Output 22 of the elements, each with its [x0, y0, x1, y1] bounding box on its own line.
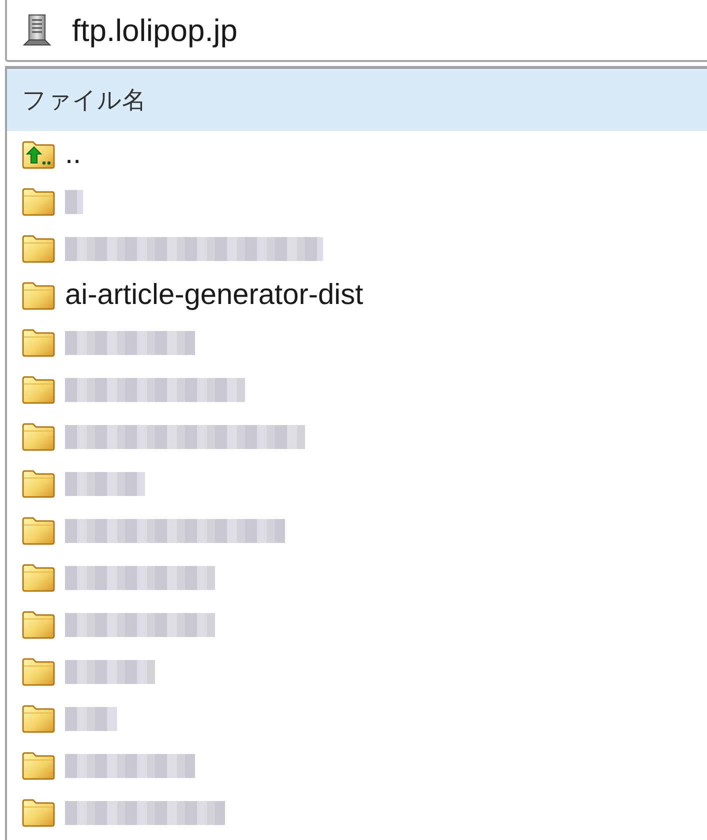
server-icon	[22, 14, 52, 46]
folder-icon	[22, 234, 55, 262]
folder-icon	[22, 516, 55, 544]
blurred-folder-name	[65, 190, 83, 214]
folder-icon	[22, 658, 55, 686]
host-name: ftp.lolipop.jp	[72, 14, 238, 46]
folder-icon	[22, 610, 55, 638]
column-header[interactable]: ファイル名	[7, 69, 707, 131]
folder-icon	[22, 282, 55, 310]
folder-icon	[22, 752, 55, 780]
folder-icon	[22, 564, 55, 592]
folder-icon	[22, 704, 55, 732]
folder-icon	[22, 798, 55, 826]
folder-icon	[22, 470, 55, 498]
folder-icon	[22, 422, 55, 450]
folder-up-arrow-icon	[22, 140, 55, 168]
folder-icon	[22, 376, 55, 404]
blurred-folder-name	[65, 706, 117, 730]
parent-folder-name[interactable]: ..	[65, 140, 82, 169]
folder-icon	[22, 188, 55, 216]
folder-name[interactable]: ai-article-generator-dist	[65, 281, 364, 310]
folder-icon	[22, 328, 55, 356]
